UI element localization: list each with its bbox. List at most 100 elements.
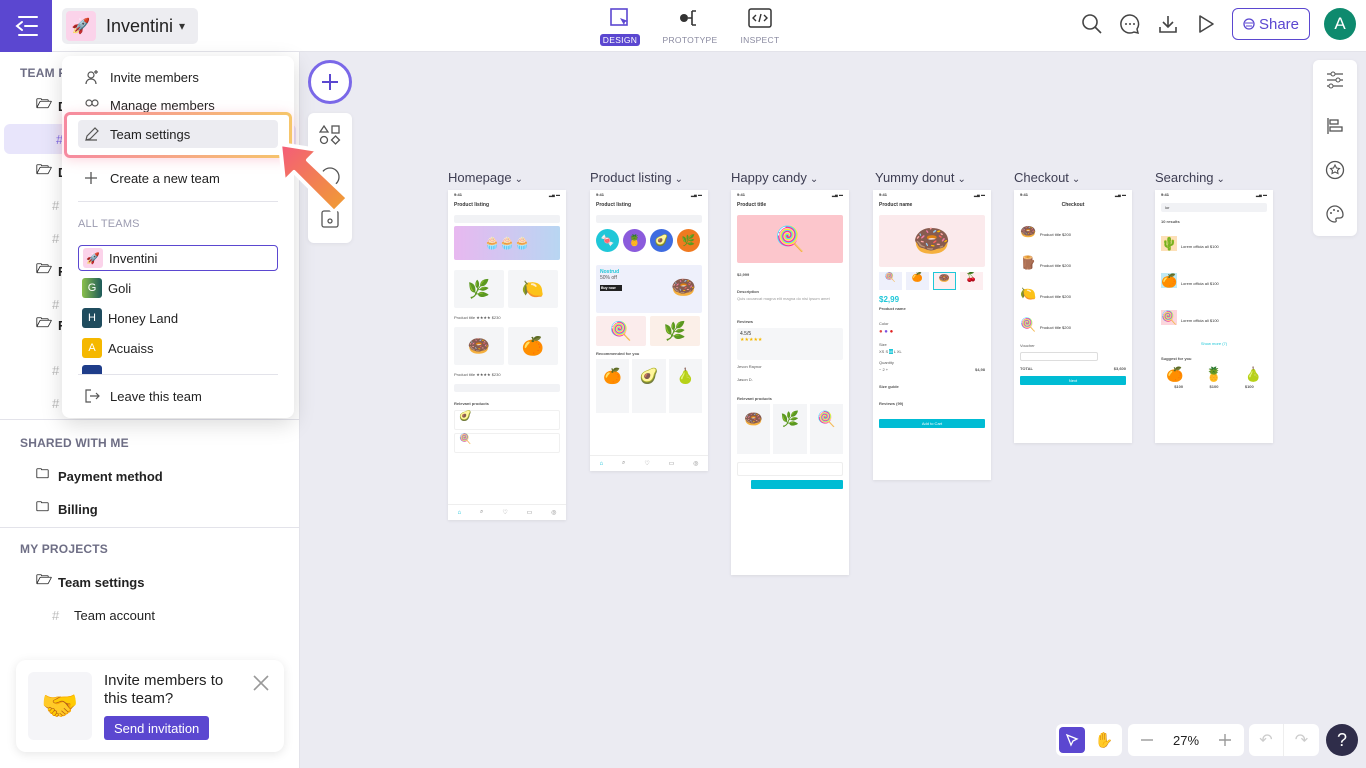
folder-open-icon: 🗁 bbox=[36, 315, 53, 330]
layers-button[interactable] bbox=[1323, 114, 1347, 138]
product-image: 🌿 bbox=[454, 270, 504, 308]
invite-title: Invite members to this team? bbox=[104, 672, 224, 707]
theme-button[interactable] bbox=[1323, 202, 1347, 226]
share-label: Share bbox=[1258, 15, 1299, 33]
team-item-inventini[interactable]: 🚀 Inventini bbox=[78, 245, 278, 271]
comments-button[interactable] bbox=[1118, 12, 1142, 36]
design-icon bbox=[610, 8, 628, 26]
download-icon bbox=[1159, 16, 1177, 33]
mode-tabs: DESIGN PROTOTYPE INSPECT bbox=[592, 6, 788, 46]
download-button[interactable] bbox=[1156, 12, 1180, 36]
team-hands-illustration: 🤝 bbox=[28, 672, 92, 740]
undo-icon: ↶ bbox=[1259, 732, 1273, 749]
all-teams-label: ALL TEAMS bbox=[78, 218, 140, 230]
divider bbox=[78, 374, 278, 375]
shared-folder-payment-method[interactable]: 🗀 Payment method bbox=[0, 461, 300, 491]
frame-label-happy-candy[interactable]: Happy candy ⌄ bbox=[731, 170, 818, 185]
user-avatar[interactable]: A bbox=[1324, 8, 1356, 40]
redo-button[interactable]: ↷ bbox=[1284, 724, 1319, 756]
menu-toggle-button[interactable] bbox=[0, 0, 52, 52]
chevron-down-icon: ⌄ bbox=[674, 174, 684, 185]
banner-image: 🧁🧁🧁 bbox=[454, 226, 560, 260]
divider bbox=[78, 201, 278, 202]
tab-design[interactable]: DESIGN bbox=[592, 6, 648, 46]
add-button[interactable] bbox=[308, 60, 352, 104]
plugins-button[interactable] bbox=[1323, 158, 1347, 182]
folder-open-icon: 🗁 bbox=[36, 162, 53, 177]
search-button[interactable] bbox=[1080, 12, 1104, 36]
team-item-goli[interactable]: G Goli bbox=[78, 275, 278, 301]
team-badge: H bbox=[82, 308, 102, 328]
undo-button[interactable]: ↶ bbox=[1249, 724, 1284, 756]
chevron-down-icon: ⌄ bbox=[957, 174, 966, 185]
zoom-in-button[interactable] bbox=[1210, 724, 1240, 756]
plus-icon bbox=[85, 172, 97, 184]
team-item-acuaiss[interactable]: A Acuaiss bbox=[78, 335, 278, 361]
frame-product-listing[interactable]: 9:41 ▂▄ ▬ Product listing 🍬 🍍 🥑 🌿 Nostrud… bbox=[590, 190, 708, 471]
chevron-down-icon: ▾ bbox=[179, 19, 186, 33]
pencil-icon bbox=[85, 126, 99, 141]
hand-icon: ✋ bbox=[1094, 732, 1114, 749]
chevron-down-icon: ⌄ bbox=[514, 174, 523, 185]
bottom-nav: ⌂ ⌕ ♡ ▭ ◎ bbox=[590, 455, 708, 471]
close-icon[interactable] bbox=[252, 674, 270, 692]
select-tool[interactable] bbox=[1059, 727, 1085, 753]
sliders-icon bbox=[1327, 71, 1343, 89]
bottom-nav: ⌂ ⌕ ♡ ▭ ◎ bbox=[448, 504, 566, 520]
frame-label-checkout[interactable]: Checkout ⌄ bbox=[1014, 170, 1080, 185]
zoom-out-button[interactable] bbox=[1132, 724, 1162, 756]
team-switcher[interactable]: 🚀 Inventini ▾ bbox=[62, 8, 198, 44]
frame-label-product-listing[interactable]: Product listing ⌄ bbox=[590, 170, 683, 185]
invite-members-card: 🤝 Invite members to this team? Send invi… bbox=[16, 660, 284, 752]
project-frame-team-account[interactable]: # Team account bbox=[0, 600, 300, 630]
adjustments-button[interactable] bbox=[1323, 68, 1347, 92]
users-icon bbox=[85, 99, 99, 107]
inspect-icon bbox=[748, 8, 772, 28]
help-button[interactable]: ? bbox=[1326, 724, 1358, 756]
menu-item-create-team[interactable]: Create a new team bbox=[78, 164, 278, 192]
frame-label-yummy-donut[interactable]: Yummy donut ⌄ bbox=[875, 170, 966, 185]
divider bbox=[0, 527, 300, 528]
globe-icon bbox=[1243, 18, 1255, 30]
history-controls: ↶ ↷ bbox=[1249, 724, 1319, 756]
logout-icon bbox=[85, 389, 100, 403]
menu-item-team-settings[interactable]: Team settings bbox=[78, 120, 278, 148]
top-right-tools: Share A bbox=[1080, 8, 1356, 40]
frame-searching[interactable]: 9:41 ▂▄ ▬ lor 10 results 🌵 Lorem officia … bbox=[1155, 190, 1273, 443]
product-image: 🍩 bbox=[454, 327, 504, 365]
frame-yummy-donut[interactable]: 9:41 ▂▄ ▬ Product name 🍩 🍭 🍊 🍩 🍒 $2,99 Produ… bbox=[873, 190, 991, 480]
hand-tool[interactable]: ✋ bbox=[1088, 724, 1120, 756]
menu-item-leave-team[interactable]: Leave this team bbox=[78, 382, 278, 410]
comment-icon bbox=[1120, 14, 1140, 35]
folder-open-icon: 🗁 bbox=[36, 96, 53, 111]
pointer-arrow-annotation bbox=[278, 142, 350, 214]
send-invitation-button[interactable]: Send invitation bbox=[104, 716, 210, 740]
frame-happy-candy[interactable]: 9:41 ▂▄ ▬ Product title 🍭 $2,999 Descript… bbox=[731, 190, 849, 575]
chevron-down-icon: ⌄ bbox=[1216, 174, 1225, 185]
play-button[interactable] bbox=[1194, 12, 1218, 36]
menu-collapse-icon bbox=[15, 16, 38, 36]
frame-homepage[interactable]: 9:41 ▂▄ ▬ Product listing 🧁🧁🧁 🌿 🍋 Product… bbox=[448, 190, 566, 520]
frame-label-searching[interactable]: Searching ⌄ bbox=[1155, 170, 1225, 185]
share-button[interactable]: Share bbox=[1231, 8, 1310, 40]
tab-prototype[interactable]: PROTOTYPE bbox=[662, 6, 718, 46]
team-logo-rocket-icon: 🚀 bbox=[66, 11, 96, 41]
palette-icon bbox=[1326, 205, 1344, 223]
folder-icon: 🗀 bbox=[36, 466, 50, 481]
team-badge: G bbox=[82, 278, 102, 298]
project-folder-team-settings[interactable]: 🗁 Team settings bbox=[0, 567, 300, 597]
top-bar: 🚀 Inventini ▾ DESIGN PROTOTYPE INSPECT S… bbox=[0, 0, 1366, 52]
play-icon bbox=[1199, 15, 1214, 33]
plus-icon bbox=[1218, 734, 1231, 746]
shared-folder-billing[interactable]: 🗀 Billing bbox=[0, 494, 300, 524]
frame-label-homepage[interactable]: Homepage ⌄ bbox=[448, 170, 523, 185]
frame-checkout[interactable]: 9:41 ▂▄ ▬ Checkout 🍩 Product title $200 🪵 … bbox=[1014, 190, 1132, 443]
product-image: 🍩 bbox=[879, 215, 985, 267]
team-dropdown-menu: Invite members Manage members Create a n… bbox=[62, 56, 294, 418]
redo-icon: ↷ bbox=[1294, 732, 1309, 749]
my-projects-title: MY PROJECTS bbox=[20, 542, 108, 556]
tab-inspect[interactable]: INSPECT bbox=[732, 6, 788, 46]
team-item-honey-land[interactable]: H Honey Land bbox=[78, 305, 278, 331]
team-settings-highlight: Team settings bbox=[64, 112, 292, 158]
menu-item-invite-members[interactable]: Invite members bbox=[78, 63, 278, 91]
